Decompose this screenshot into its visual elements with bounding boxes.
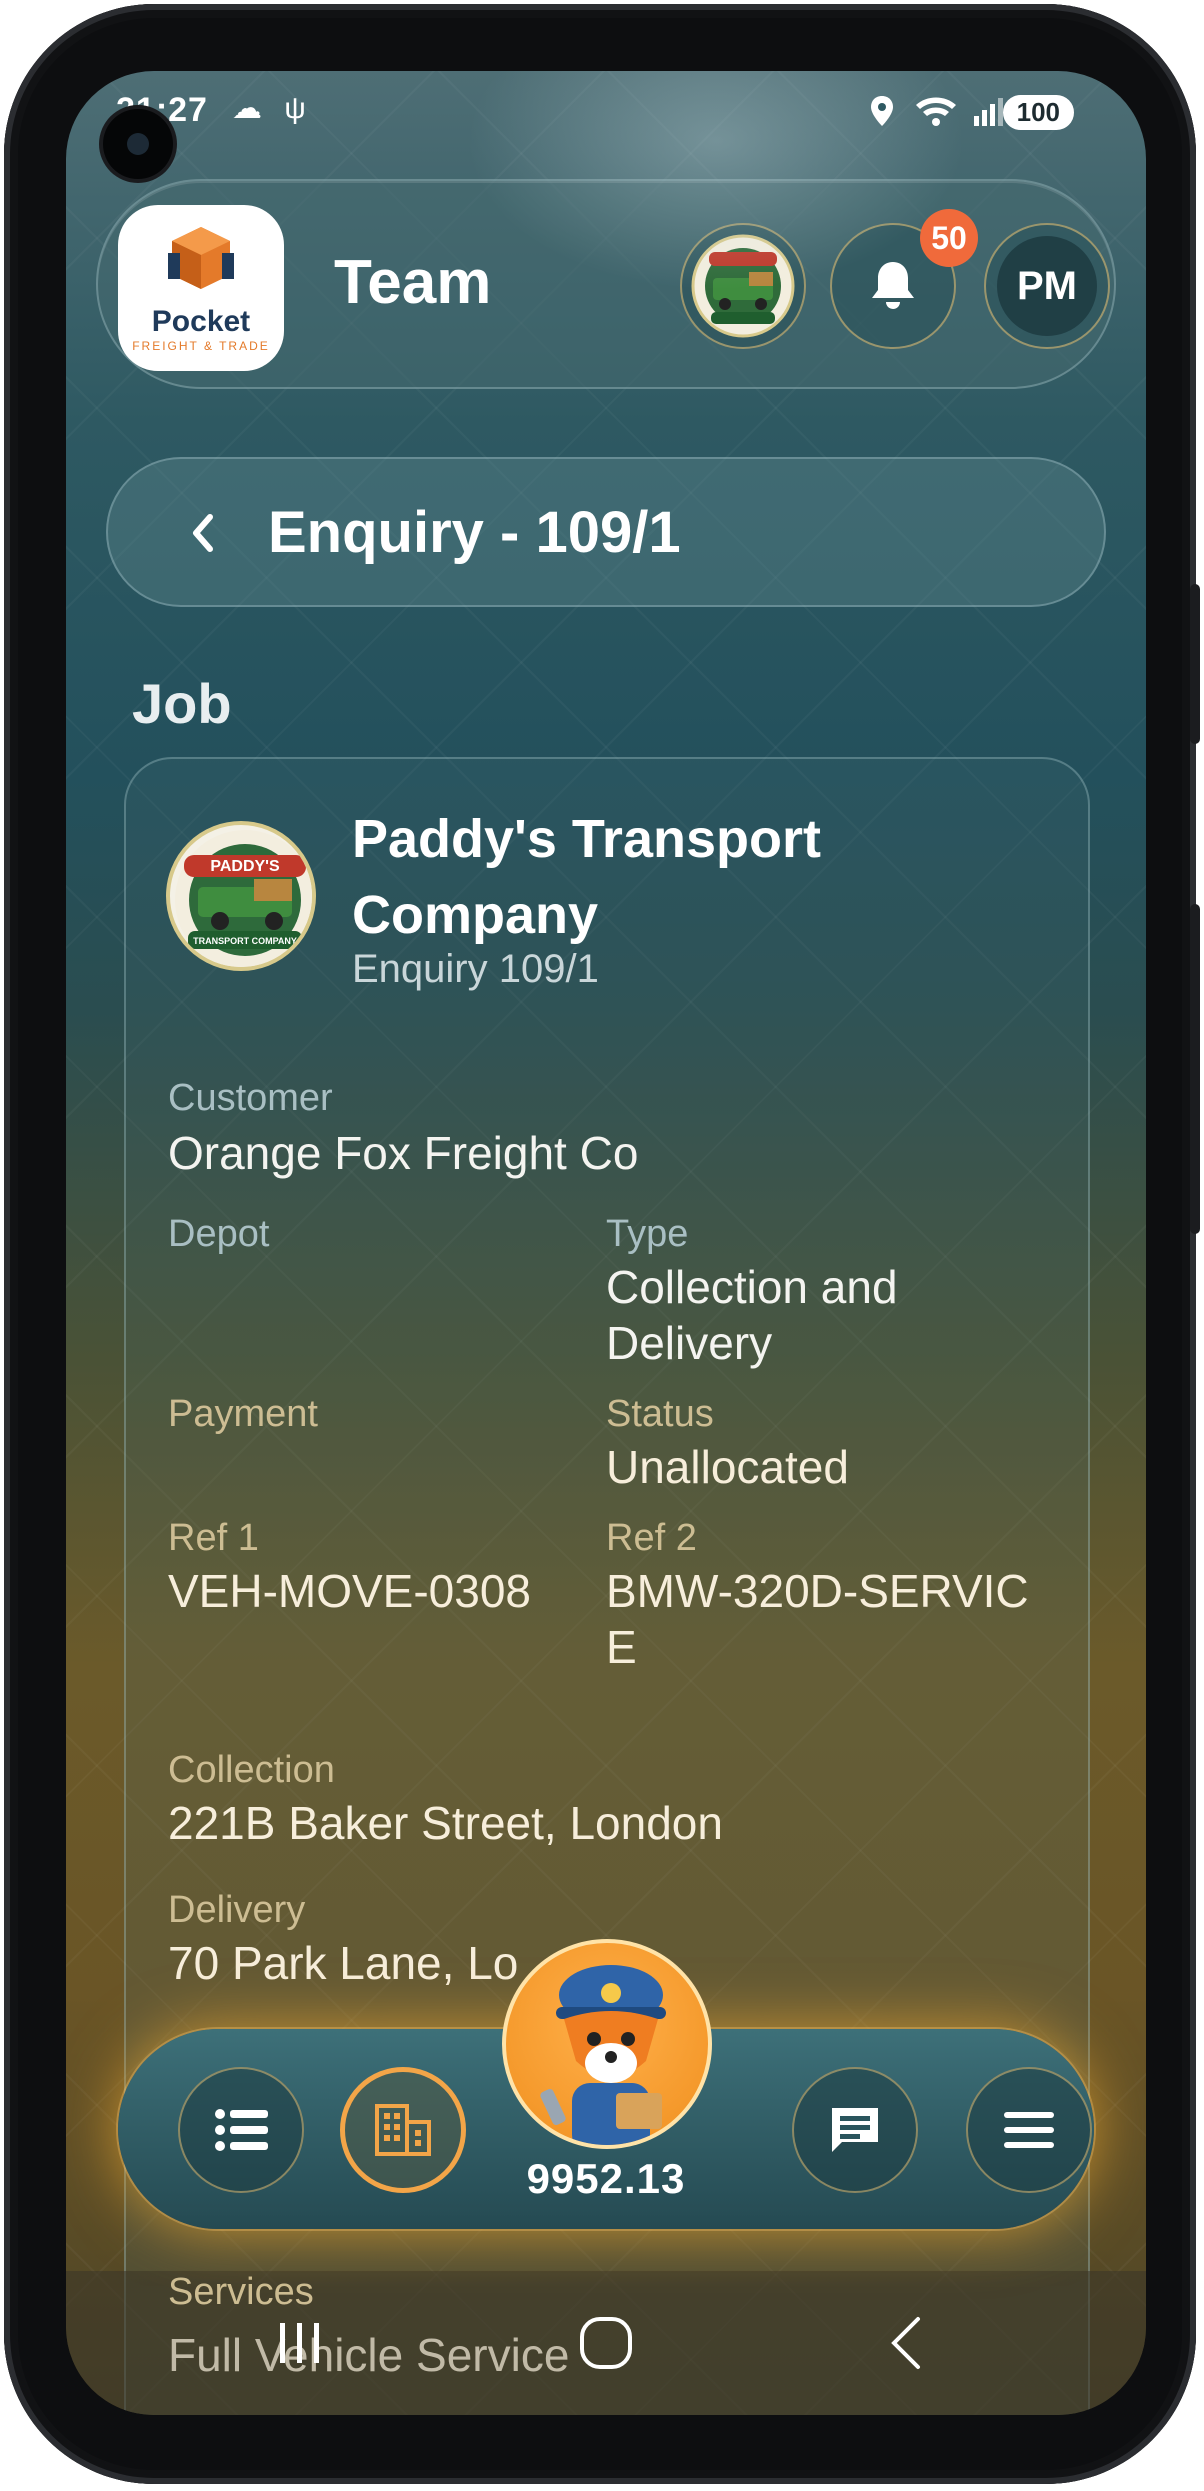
phone-frame: 21:27 ☁ ψ 100 Pocket FREIGHT & TRADE Tea…: [4, 4, 1200, 2484]
bell-icon: [872, 262, 914, 309]
avatar: PM: [997, 236, 1097, 336]
recents-icon[interactable]: [276, 2319, 324, 2367]
app-header: Pocket FREIGHT & TRADE Team 50 PM: [96, 179, 1116, 389]
home-icon[interactable]: [578, 2315, 634, 2371]
breadcrumb: Enquiry - 109/1: [106, 457, 1106, 607]
fox-mascot-button[interactable]: [502, 1939, 712, 2149]
back-chevron-icon[interactable]: [178, 503, 228, 563]
notification-badge: 50: [920, 209, 978, 267]
company-logo: PADDY'S TRANSPORT COMPANY: [166, 821, 316, 971]
profile-initials: PM: [1017, 263, 1077, 308]
usb-icon: ψ: [284, 92, 306, 125]
depot-label: Depot: [168, 1213, 270, 1255]
back-icon[interactable]: [886, 2315, 926, 2371]
company-subtitle: Enquiry 109/1: [352, 947, 599, 991]
type-value: Collection and Delivery: [606, 1261, 898, 1369]
section-title: Job: [132, 672, 232, 735]
company-avatar-button[interactable]: [680, 223, 806, 349]
collection-value: 221B Baker Street, London: [168, 1797, 723, 1849]
payment-label: Payment: [168, 1393, 318, 1435]
status-label: Status: [606, 1393, 714, 1435]
ref1-label: Ref 1: [168, 1517, 259, 1559]
power-button: [1190, 904, 1200, 1234]
signal-icon: [974, 98, 1003, 127]
battery-indicator: 100: [1002, 95, 1074, 130]
menu-icon: [1004, 2112, 1054, 2148]
customer-value: Orange Fox Freight Co: [168, 1127, 639, 1179]
balance-value: 9952.13: [526, 2155, 686, 2202]
customer-label: Customer: [168, 1077, 333, 1119]
chat-icon: [832, 2108, 878, 2152]
logo-tagline: FREIGHT & TRADE: [132, 339, 270, 353]
delivery-label: Delivery: [168, 1889, 306, 1931]
system-navigation: [66, 2271, 1146, 2415]
company-name: Paddy's Transport Company: [352, 809, 821, 945]
logo-text-bottom: TRANSPORT COMPANY: [193, 936, 297, 946]
status-left-icons: ☁ ψ: [232, 91, 306, 126]
status-right-icons: [869, 93, 1006, 127]
page-title: Team: [334, 248, 492, 317]
screen: 21:27 ☁ ψ 100 Pocket FREIGHT & TRADE Tea…: [66, 71, 1146, 2415]
fox-mascot-icon: [540, 1965, 666, 2145]
ref1-value: VEH-MOVE-0308: [168, 1565, 532, 1617]
logo-name: Pocket: [151, 305, 251, 338]
ref2-value: BMW-320D-SERVIC E: [606, 1565, 1029, 1673]
list-icon: [215, 2109, 268, 2151]
app-logo[interactable]: Pocket FREIGHT & TRADE: [118, 205, 284, 371]
type-label: Type: [606, 1213, 689, 1255]
delivery-value: 70 Park Lane, Lo: [168, 1937, 519, 1989]
cloud-icon: ☁: [232, 92, 262, 125]
status-bar: 21:27 ☁ ψ 100: [66, 71, 1146, 161]
profile-button[interactable]: PM: [984, 223, 1110, 349]
location-icon: [871, 96, 894, 127]
collection-label: Collection: [168, 1749, 335, 1791]
volume-button: [1190, 584, 1200, 744]
enquiry-title: Enquiry - 109/1: [268, 500, 681, 565]
building-icon: [375, 2104, 431, 2156]
status-value: Unallocated: [606, 1441, 849, 1493]
logo-text-top: PADDY'S: [210, 858, 280, 875]
cube-logo-icon: [168, 227, 234, 289]
wifi-icon: [915, 97, 956, 127]
ref2-label: Ref 2: [606, 1517, 697, 1559]
front-camera: [103, 109, 173, 179]
company-logo-icon: [691, 234, 795, 338]
